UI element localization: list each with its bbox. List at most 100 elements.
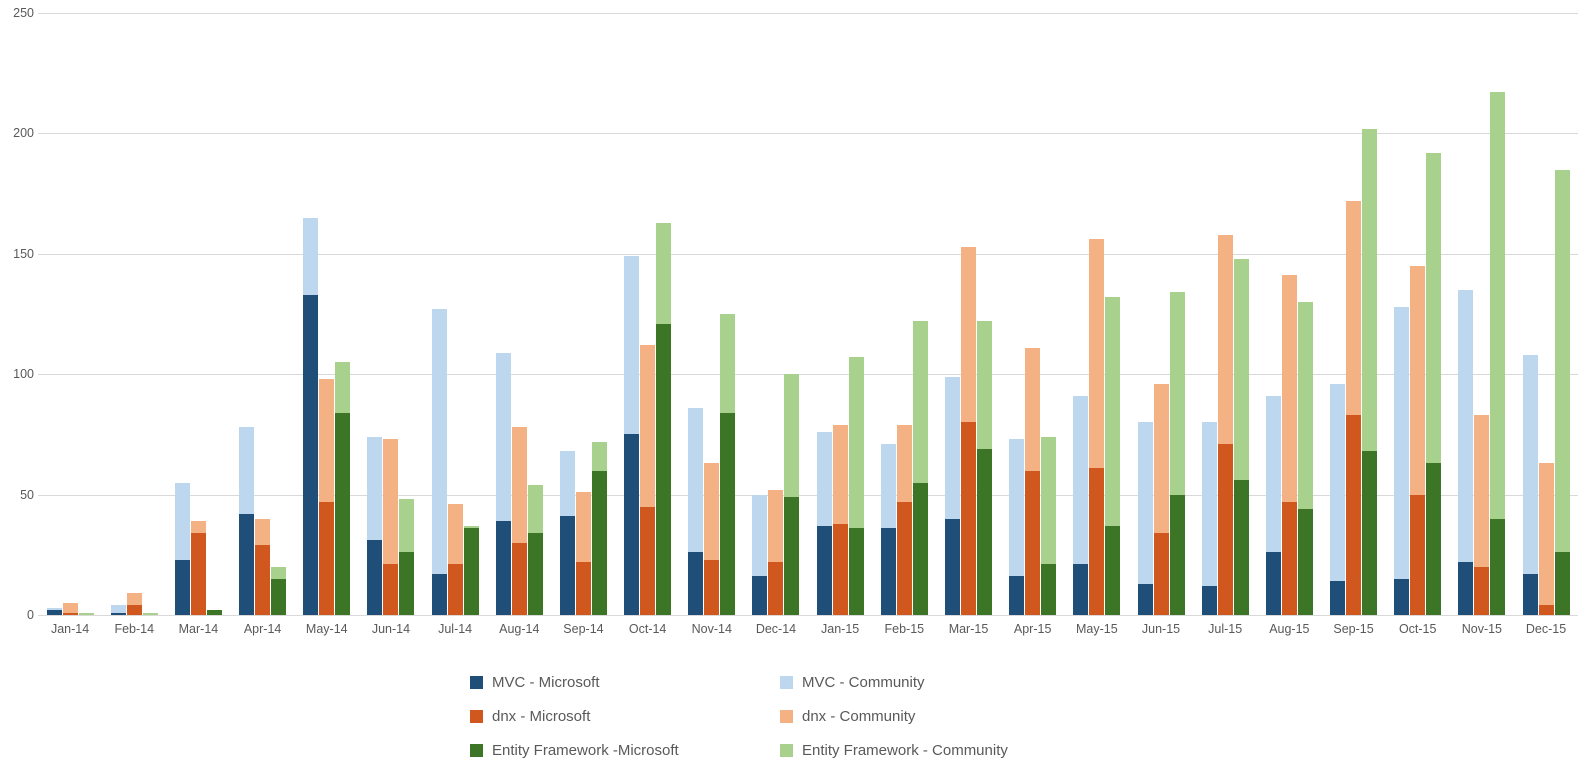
bar-segment[interactable] (784, 374, 800, 498)
legend-item[interactable]: Entity Framework - Community (780, 742, 1090, 759)
bar-segment[interactable] (1474, 415, 1490, 567)
bar-segment[interactable] (1458, 289, 1474, 563)
bar-segment[interactable] (1522, 354, 1538, 575)
bar-segment[interactable] (126, 605, 142, 615)
bar-segment[interactable] (960, 246, 976, 423)
bar-segment[interactable] (1538, 463, 1554, 606)
bar-dnx[interactable] (1410, 265, 1426, 615)
bar-ef[interactable] (784, 374, 800, 615)
bar-dnx[interactable] (640, 345, 656, 615)
bar-segment[interactable] (527, 484, 543, 534)
bar-mvc[interactable] (1394, 306, 1410, 615)
bar-mvc[interactable] (1265, 395, 1281, 615)
bar-segment[interactable] (1362, 451, 1378, 615)
bar-ef[interactable] (335, 362, 351, 615)
bar-segment[interactable] (1346, 415, 1362, 615)
bar-segment[interactable] (399, 552, 415, 615)
bar-segment[interactable] (752, 494, 768, 577)
bar-ef[interactable] (1297, 301, 1313, 615)
bar-segment[interactable] (78, 612, 94, 615)
bar-dnx[interactable] (447, 504, 463, 615)
bar-segment[interactable] (431, 309, 447, 575)
bar-dnx[interactable] (1089, 239, 1105, 615)
bar-segment[interactable] (1474, 566, 1490, 615)
bar-segment[interactable] (1217, 444, 1233, 615)
bar-mvc[interactable] (367, 436, 383, 615)
bar-segment[interactable] (271, 578, 287, 615)
bar-segment[interactable] (688, 552, 704, 615)
bar-segment[interactable] (1490, 92, 1506, 519)
bar-dnx[interactable] (1346, 200, 1362, 615)
bar-ef[interactable] (1490, 92, 1506, 615)
bar-segment[interactable] (624, 434, 640, 615)
bar-dnx[interactable] (126, 593, 142, 615)
bar-segment[interactable] (912, 321, 928, 483)
bar-ef[interactable] (142, 612, 158, 615)
bar-segment[interactable] (1394, 306, 1410, 579)
bar-segment[interactable] (62, 602, 78, 613)
bar-mvc[interactable] (110, 605, 126, 615)
bar-ef[interactable] (848, 357, 864, 615)
bar-segment[interactable] (976, 321, 992, 449)
bar-mvc[interactable] (431, 309, 447, 615)
bar-segment[interactable] (960, 422, 976, 615)
bar-segment[interactable] (399, 499, 415, 553)
bar-segment[interactable] (1041, 436, 1057, 565)
bar-mvc[interactable] (1201, 422, 1217, 615)
bar-mvc[interactable] (944, 376, 960, 615)
bar-segment[interactable] (1089, 468, 1105, 615)
bar-segment[interactable] (1073, 395, 1089, 565)
bar-ef[interactable] (976, 321, 992, 615)
bar-mvc[interactable] (624, 256, 640, 615)
bar-segment[interactable] (190, 533, 206, 615)
bar-ef[interactable] (591, 441, 607, 615)
bar-segment[interactable] (1410, 265, 1426, 495)
bar-segment[interactable] (640, 506, 656, 615)
bar-mvc[interactable] (46, 607, 62, 615)
bar-mvc[interactable] (752, 494, 768, 615)
bar-ef[interactable] (1554, 169, 1570, 615)
bar-segment[interactable] (1265, 395, 1281, 553)
bar-ef[interactable] (912, 321, 928, 615)
bar-dnx[interactable] (383, 439, 399, 615)
bar-segment[interactable] (367, 540, 383, 615)
bar-segment[interactable] (1201, 422, 1217, 587)
bar-segment[interactable] (1362, 128, 1378, 452)
bar-segment[interactable] (1105, 525, 1121, 615)
bar-mvc[interactable] (559, 451, 575, 615)
bar-dnx[interactable] (960, 246, 976, 615)
bar-segment[interactable] (848, 357, 864, 529)
legend-item[interactable]: dnx - Microsoft (470, 708, 780, 725)
bar-dnx[interactable] (190, 521, 206, 615)
bar-segment[interactable] (1426, 463, 1442, 615)
bar-segment[interactable] (303, 294, 319, 615)
legend-item[interactable]: MVC - Microsoft (470, 674, 780, 691)
bar-segment[interactable] (896, 424, 912, 502)
bar-segment[interactable] (1169, 292, 1185, 495)
bar-ef[interactable] (463, 525, 479, 615)
legend-item[interactable]: MVC - Community (780, 674, 1090, 691)
bar-segment[interactable] (1426, 152, 1442, 464)
bar-ef[interactable] (1105, 297, 1121, 615)
bar-segment[interactable] (640, 345, 656, 507)
bar-dnx[interactable] (832, 424, 848, 615)
bar-segment[interactable] (383, 439, 399, 565)
bar-segment[interactable] (1394, 578, 1410, 615)
bar-segment[interactable] (1265, 552, 1281, 615)
bar-segment[interactable] (624, 256, 640, 435)
bar-segment[interactable] (62, 612, 78, 615)
bar-segment[interactable] (1025, 347, 1041, 471)
bar-dnx[interactable] (319, 379, 335, 615)
bar-segment[interactable] (1233, 258, 1249, 481)
bar-mvc[interactable] (816, 432, 832, 615)
bar-ef[interactable] (271, 566, 287, 615)
bar-segment[interactable] (174, 559, 190, 615)
bar-mvc[interactable] (1073, 395, 1089, 615)
bar-segment[interactable] (1009, 576, 1025, 615)
bar-ef[interactable] (1233, 258, 1249, 615)
bar-mvc[interactable] (1330, 383, 1346, 615)
bar-mvc[interactable] (495, 352, 511, 615)
bar-segment[interactable] (463, 528, 479, 615)
bar-segment[interactable] (1410, 494, 1426, 615)
bar-segment[interactable] (319, 379, 335, 502)
